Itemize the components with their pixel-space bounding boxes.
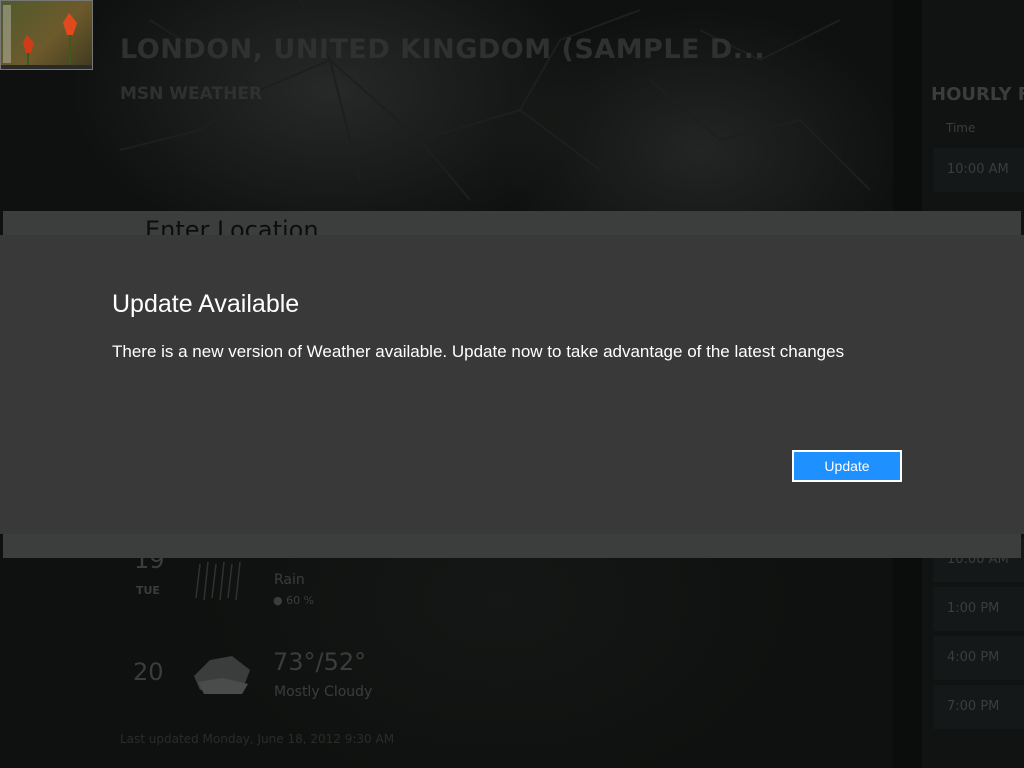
forecast-day-name: TUE [136, 584, 160, 597]
mostly-cloudy-icon [194, 656, 250, 694]
forecast-temperature: 73°/52° [273, 648, 367, 676]
forecast-day-number: 19 [134, 546, 165, 574]
thumbnail-taskbar [1, 65, 92, 69]
hourly-row: 10:00 AM [933, 148, 1024, 192]
app-name: MSN WEATHER [120, 84, 263, 104]
forecast-day-number: 20 [133, 658, 164, 686]
tulip-icon [23, 13, 77, 67]
hourly-row: 1:00 PM [933, 587, 1024, 631]
dialog-title: Update Available [112, 290, 300, 318]
last-updated-text: Last updated Monday, June 18, 2012 9:30 … [120, 732, 395, 746]
hourly-row: 4:00 PM [933, 636, 1024, 680]
update-dialog: Update Available There is a new version … [0, 235, 1024, 534]
forecast-precipitation: ● 60 % [273, 594, 315, 607]
update-button[interactable]: Update [792, 450, 902, 482]
hourly-row: 7:00 PM [933, 685, 1024, 729]
hourly-time-header: Time [946, 121, 976, 135]
forecast-condition: Mostly Cloudy [274, 684, 373, 700]
city-title: LONDON, UNITED KINGDOM (SAMPLE D... [120, 34, 766, 65]
hourly-forecast-title: HOURLY FO [931, 84, 1024, 105]
desktop-thumbnail[interactable] [0, 0, 93, 70]
forecast-condition: Rain [274, 572, 305, 588]
droplet-icon: ● [273, 594, 283, 607]
dialog-message: There is a new version of Weather availa… [112, 342, 845, 361]
rain-icon [195, 561, 241, 601]
